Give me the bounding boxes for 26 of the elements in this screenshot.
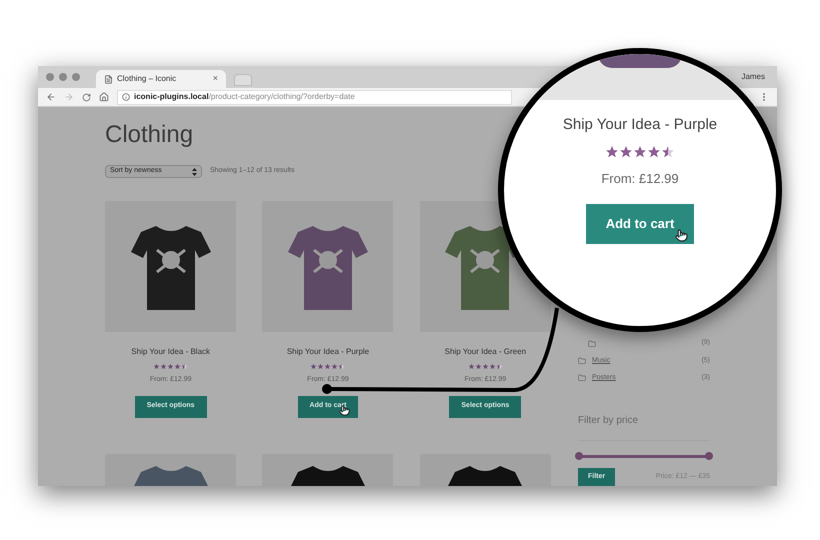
product-name: Ship Your Idea - Purple [562, 115, 718, 135]
page-icon [104, 74, 113, 84]
product-name[interactable]: Ship Your Idea - Black [131, 346, 210, 358]
hand-cursor-icon [675, 229, 688, 242]
tab-close[interactable]: × [212, 72, 218, 86]
folder-icon [578, 356, 586, 365]
slider-handle[interactable] [575, 452, 583, 460]
product-price: From: £12.99 [601, 170, 679, 188]
home-icon[interactable] [99, 92, 109, 102]
product-image[interactable] [105, 201, 236, 332]
browser-tab[interactable]: Clothing – Iconic × [96, 70, 226, 88]
folder-icon [578, 374, 586, 382]
product-name[interactable]: Ship Your Idea - Purple [286, 346, 370, 358]
price-slider[interactable] [578, 452, 710, 460]
folder-icon [588, 340, 596, 348]
page-title: Clothing [105, 123, 194, 147]
reload-icon[interactable] [82, 92, 91, 102]
slider-handle[interactable] [705, 452, 713, 460]
back-icon[interactable] [46, 92, 56, 102]
add-to-cart-button[interactable]: Add to cart [586, 204, 694, 244]
product-name[interactable]: Ship Your Idea - Green [444, 346, 526, 358]
filter-title: Filter by price [578, 414, 640, 428]
profile-name[interactable]: James [741, 71, 765, 83]
info-icon [122, 93, 130, 101]
address-bar[interactable]: iconic-plugins.local/product-category/clothing/?orderby=date [117, 90, 512, 104]
chevron-icon [192, 168, 197, 176]
